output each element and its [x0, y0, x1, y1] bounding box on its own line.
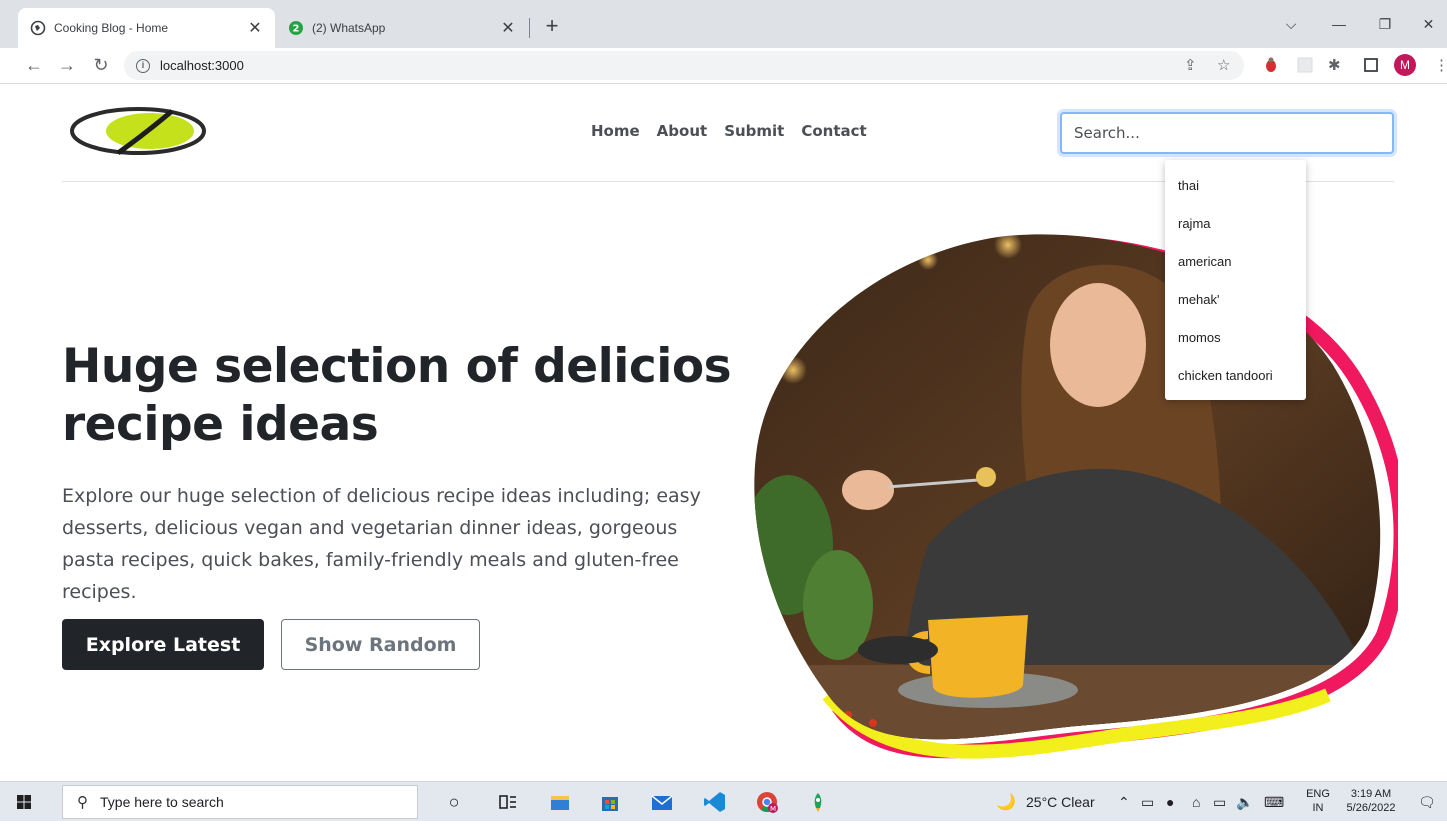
- nav-about[interactable]: About: [657, 122, 708, 140]
- volume-icon[interactable]: 🔈: [1236, 794, 1253, 811]
- browser-toolbar: ← → ↻ i localhost:3000 ⇪ ☆ ✱ M ⋮: [0, 48, 1447, 84]
- taskbar-search-box[interactable]: ⚲ Type here to search: [62, 785, 418, 819]
- whatsapp-badge-icon: 2: [288, 20, 304, 36]
- kebab-menu-icon[interactable]: ⋮: [1434, 56, 1447, 74]
- search-input[interactable]: [1060, 112, 1394, 154]
- task-view-icon[interactable]: [496, 790, 520, 814]
- web-page: Home About Submit Contact Huge selection…: [0, 85, 1447, 781]
- bookmark-star-icon[interactable]: ☆: [1217, 56, 1230, 74]
- device-tray-icon[interactable]: ⌂: [1192, 794, 1200, 810]
- clock-date: 5/26/2022: [1346, 802, 1396, 814]
- svg-text:M: M: [770, 805, 776, 813]
- network-icon[interactable]: ▭: [1213, 794, 1226, 811]
- globe-icon: [30, 20, 46, 36]
- info-icon[interactable]: i: [136, 58, 150, 73]
- tab-title: (2) WhatsApp: [312, 21, 386, 35]
- show-random-button[interactable]: Show Random: [281, 619, 480, 670]
- browser-tabstrip: Cooking Blog - Home ✕ 2 (2) WhatsApp ✕ +…: [0, 0, 1447, 48]
- site-logo[interactable]: [62, 103, 214, 161]
- suggestion-item[interactable]: thai: [1165, 167, 1306, 205]
- taskbar-search-placeholder: Type here to search: [100, 794, 224, 810]
- search-icon: ⚲: [77, 794, 88, 811]
- hero-description: Explore our huge selection of delicious …: [62, 485, 701, 603]
- explore-latest-button[interactable]: Explore Latest: [62, 619, 264, 670]
- weather-text[interactable]: 25°C Clear: [1026, 794, 1095, 810]
- show-hidden-icons-icon[interactable]: ⌃: [1118, 794, 1130, 811]
- clock[interactable]: 3:19 AM 5/26/2022: [1338, 787, 1404, 815]
- windows-taskbar: ⚲ Type here to search ○ M 🌙 25°C Clear ⌃…: [0, 781, 1447, 821]
- url-text: localhost:3000: [160, 58, 244, 73]
- tab-cooking-blog[interactable]: Cooking Blog - Home ✕: [18, 8, 275, 48]
- close-window-button[interactable]: ✕: [1410, 8, 1447, 40]
- extension-placeholder-icon[interactable]: [1296, 56, 1314, 74]
- close-tab-icon[interactable]: ✕: [247, 18, 263, 38]
- bug-extension-icon[interactable]: [1262, 56, 1280, 74]
- back-button[interactable]: ←: [20, 51, 48, 79]
- reload-button[interactable]: ↻: [87, 51, 115, 79]
- restore-button[interactable]: ❐: [1362, 8, 1408, 40]
- mail-icon[interactable]: [650, 790, 674, 814]
- lang-bottom: IN: [1312, 802, 1324, 814]
- new-tab-button[interactable]: +: [538, 12, 566, 40]
- suggestion-item[interactable]: mehak': [1165, 281, 1306, 319]
- tab-search-chevron-icon[interactable]: ⌵: [1268, 8, 1314, 40]
- share-icon[interactable]: ⇪: [1184, 56, 1197, 74]
- suggestion-item[interactable]: rajma: [1165, 205, 1306, 243]
- nav-contact[interactable]: Contact: [801, 122, 866, 140]
- file-explorer-icon[interactable]: [548, 790, 572, 814]
- address-bar[interactable]: i localhost:3000: [124, 51, 1244, 80]
- close-tab-icon[interactable]: ✕: [500, 18, 516, 38]
- windows-logo-icon: [17, 795, 31, 809]
- minimize-button[interactable]: —: [1316, 8, 1362, 40]
- svg-text:2: 2: [293, 24, 300, 35]
- notification-icon[interactable]: 🗨: [1418, 794, 1436, 811]
- vscode-icon[interactable]: [703, 790, 727, 814]
- suggestion-item[interactable]: american: [1165, 243, 1306, 281]
- side-panel-icon[interactable]: [1362, 56, 1380, 74]
- clock-time: 3:19 AM: [1350, 788, 1392, 800]
- rocket-app-icon[interactable]: [806, 790, 830, 814]
- tab-whatsapp[interactable]: 2 (2) WhatsApp ✕: [276, 8, 528, 48]
- hero-title: Huge selection of delicios recipe ideas: [62, 339, 732, 452]
- chrome-icon[interactable]: M: [755, 790, 779, 814]
- keyboard-icon[interactable]: ⌨: [1264, 794, 1284, 811]
- store-icon[interactable]: [598, 790, 622, 814]
- tab-separator: [529, 18, 530, 38]
- nav-submit[interactable]: Submit: [724, 122, 784, 140]
- windows-start-button[interactable]: [0, 782, 48, 822]
- forward-button[interactable]: →: [53, 51, 81, 79]
- chat-tray-icon[interactable]: ▭: [1141, 794, 1154, 811]
- profile-avatar[interactable]: M: [1394, 54, 1416, 76]
- puzzle-extensions-icon[interactable]: ✱: [1328, 56, 1341, 74]
- app-tray-icon[interactable]: ●: [1166, 794, 1174, 810]
- moon-weather-icon: 🌙: [996, 794, 1016, 811]
- tab-title: Cooking Blog - Home: [54, 21, 169, 35]
- nav-home[interactable]: Home: [591, 122, 640, 140]
- main-nav: Home About Submit Contact: [591, 122, 867, 140]
- language-indicator[interactable]: ENG IN: [1304, 787, 1332, 815]
- suggestion-item[interactable]: chicken tandoori: [1165, 357, 1306, 395]
- lang-top: ENG: [1306, 788, 1330, 800]
- cortana-icon[interactable]: ○: [442, 790, 466, 814]
- suggestion-item[interactable]: momos: [1165, 319, 1306, 357]
- search-suggestions: thai rajma american mehak' momos chicken…: [1165, 160, 1306, 400]
